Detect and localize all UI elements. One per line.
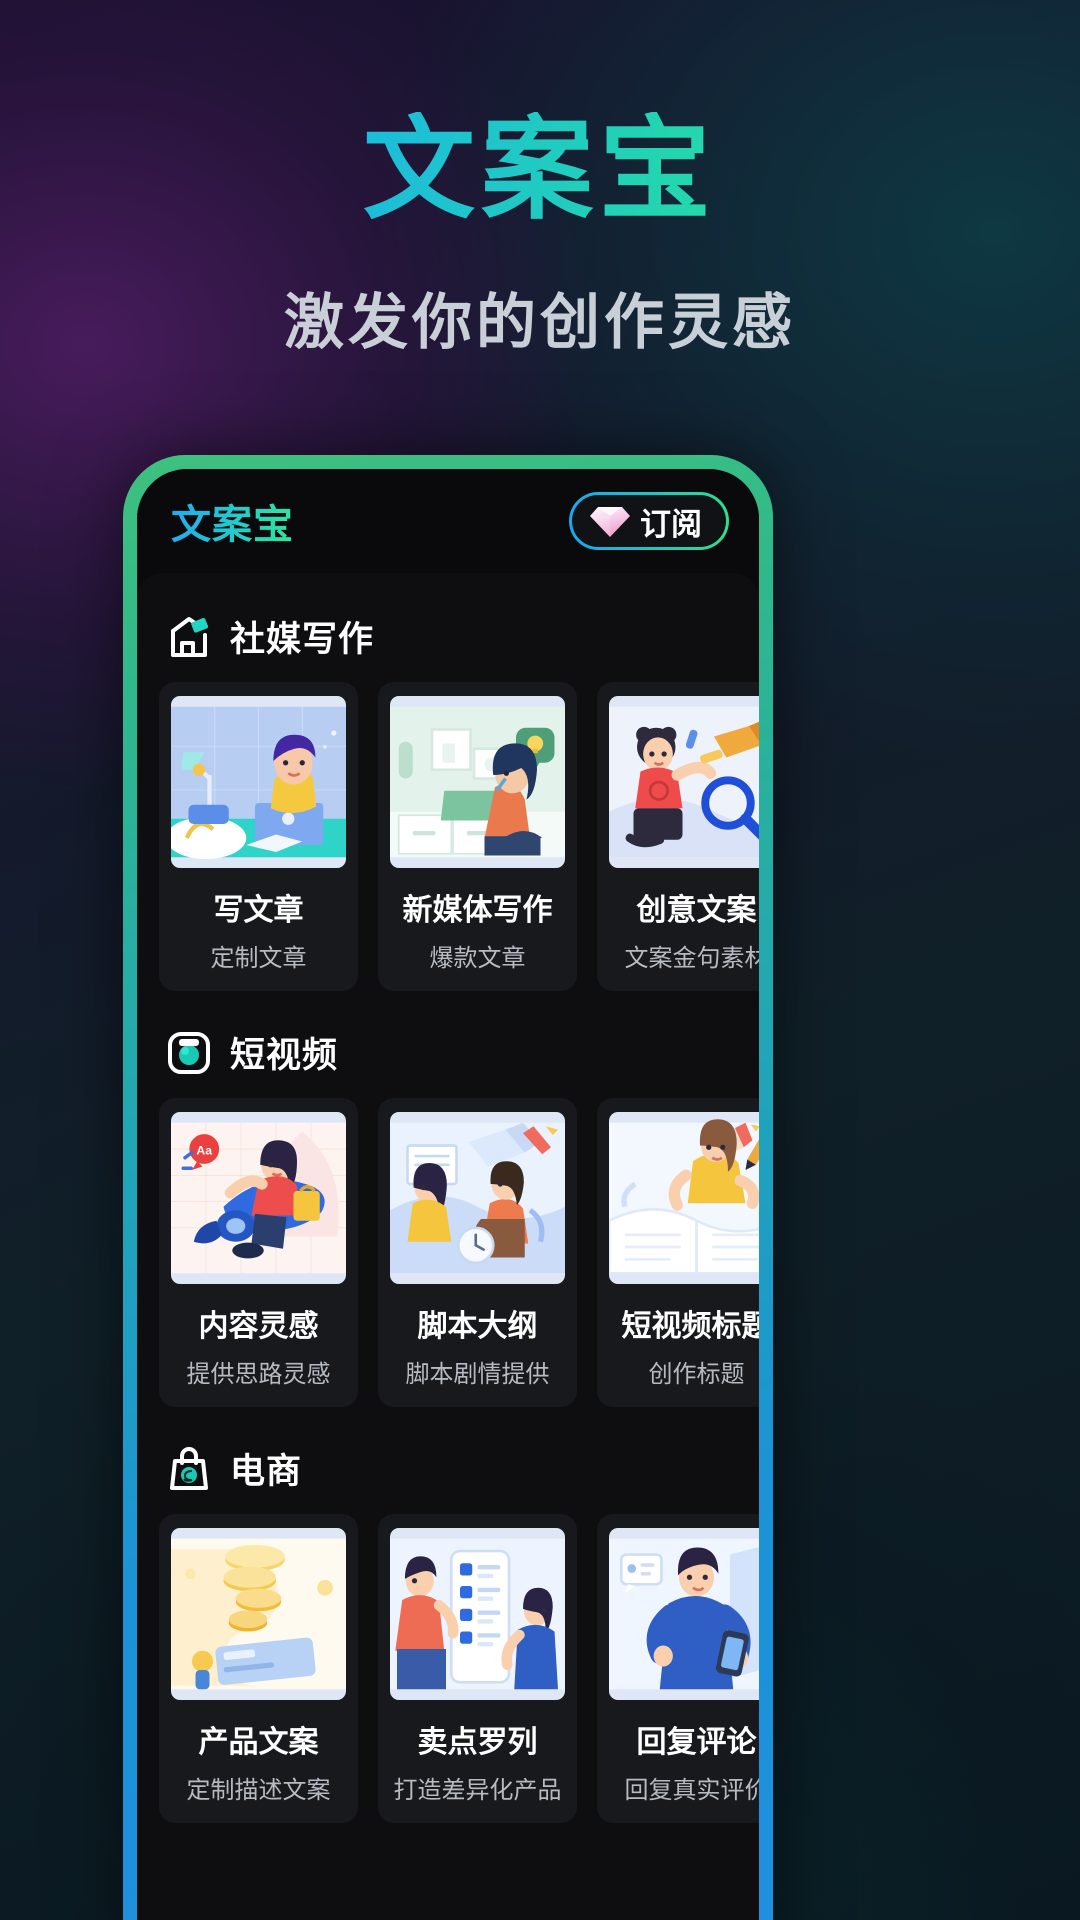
card-thumbnail xyxy=(609,1528,759,1700)
page-title: 文案宝 xyxy=(0,111,1080,228)
card-product-copy[interactable]: 产品文案 定制描述文案 xyxy=(159,1514,358,1823)
card-thumbnail xyxy=(171,696,346,868)
pen-edit-icon xyxy=(171,616,209,657)
card-creative-copy[interactable]: 创意文案 文案金句素材 xyxy=(597,682,759,991)
card-title: 新媒体写作 xyxy=(402,894,553,927)
section-header: 电商 xyxy=(159,1431,737,1514)
card-thumbnail xyxy=(609,1112,759,1284)
man-phone-chat-illustration xyxy=(609,1538,759,1690)
diamond-icon xyxy=(590,507,630,537)
card-subtitle: 提供思路灵感 xyxy=(186,1361,331,1388)
card-thumbnail xyxy=(171,1528,346,1700)
book-people-clock-illustration xyxy=(390,1122,565,1274)
phone-screen: 文案宝 订阅 社媒写作 写文章 定制文章 新媒体写作 爆款文章 创意文案 文案金… xyxy=(137,469,759,1920)
card-thumbnail: Aa xyxy=(171,1112,346,1284)
card-thumbnail xyxy=(390,1112,565,1284)
app-header: 文案宝 订阅 xyxy=(137,469,759,573)
card-new-media-writing[interactable]: 新媒体写作 爆款文章 xyxy=(378,682,577,991)
two-people-phone-illustration xyxy=(390,1538,565,1690)
desk-lamp-man-illustration xyxy=(171,706,346,859)
section-title: 短视频 xyxy=(230,1036,339,1075)
card-title: 脚本大纲 xyxy=(417,1310,538,1343)
card-short-video-title[interactable]: 短视频标题 创作标题 xyxy=(597,1098,759,1407)
card-subtitle: 创作标题 xyxy=(648,1361,745,1388)
section-header: 社媒写作 xyxy=(159,599,737,682)
phone-mockup: 文案宝 订阅 社媒写作 写文章 定制文章 新媒体写作 爆款文章 创意文案 文案金… xyxy=(123,455,773,1920)
shopping-bag-icon xyxy=(170,1446,208,1490)
card-reply-comments[interactable]: 回复评论 回复真实评价 xyxy=(597,1514,759,1823)
svg-text:Aa: Aa xyxy=(196,1143,212,1157)
subscribe-button[interactable]: 订阅 xyxy=(569,492,729,550)
section-header: 短视频 xyxy=(159,1015,737,1098)
card-subtitle: 打造差异化产品 xyxy=(393,1777,562,1804)
camera-icon xyxy=(168,1031,210,1074)
card-write-article[interactable]: 写文章 定制文章 xyxy=(159,682,358,991)
subscribe-label: 订阅 xyxy=(640,506,702,542)
card-title: 创意文案 xyxy=(636,894,757,927)
card-subtitle: 定制文章 xyxy=(210,945,307,972)
card-script-outline[interactable]: 脚本大纲 脚本剧情提供 xyxy=(378,1098,577,1407)
card-title: 内容灵感 xyxy=(198,1310,319,1343)
card-subtitle: 脚本剧情提供 xyxy=(405,1361,550,1388)
card-title: 短视频标题 xyxy=(621,1310,760,1343)
card-row: Aa 内容灵感 提供思路灵感 脚本大纲 脚本剧情提供 短视频标题 创作标题 xyxy=(159,1098,759,1407)
page-subtitle: 激发你的创作灵感 xyxy=(284,289,796,357)
woman-rocket-illustration: Aa xyxy=(171,1122,346,1274)
woman-laptop-idea-illustration xyxy=(390,706,565,858)
card-thumbnail xyxy=(609,696,759,868)
girl-megaphone-illustration xyxy=(609,706,759,858)
app-logo: 文案宝 xyxy=(171,492,294,550)
card-title: 卖点罗列 xyxy=(417,1726,538,1759)
card-title: 回复评论 xyxy=(636,1726,757,1759)
section-ecommerce: 电商 产品文案 定制描述文案 卖点罗列 打造差异化产品 回复评论 回复真实评价 xyxy=(159,1431,759,1823)
card-subtitle: 爆款文章 xyxy=(429,945,526,972)
gold-coins-card-illustration xyxy=(171,1538,346,1690)
woman-open-book-illustration xyxy=(609,1119,759,1275)
section-social-writing: 社媒写作 写文章 定制文章 新媒体写作 爆款文章 创意文案 文案金句素材 xyxy=(159,599,759,991)
card-title: 产品文案 xyxy=(198,1726,319,1759)
card-row: 写文章 定制文章 新媒体写作 爆款文章 创意文案 文案金句素材 xyxy=(159,682,759,991)
hero-section: 文案宝 激发你的创作灵感 xyxy=(0,0,1080,361)
card-thumbnail xyxy=(390,696,565,868)
card-selling-points[interactable]: 卖点罗列 打造差异化产品 xyxy=(378,1514,577,1823)
card-row: 产品文案 定制描述文案 卖点罗列 打造差异化产品 回复评论 回复真实评价 xyxy=(159,1514,759,1823)
section-title: 电商 xyxy=(230,1452,303,1491)
app-content[interactable]: 社媒写作 写文章 定制文章 新媒体写作 爆款文章 创意文案 文案金句素材 短视频… xyxy=(137,573,759,1920)
section-short-video: 短视频 Aa 内容灵感 提供思路灵感 脚本大纲 脚本剧情提供 短视频标题 创作标… xyxy=(159,1015,759,1407)
card-subtitle: 定制描述文案 xyxy=(186,1777,331,1804)
card-thumbnail xyxy=(390,1528,565,1700)
card-subtitle: 文案金句素材 xyxy=(624,945,760,972)
section-title: 社媒写作 xyxy=(230,620,375,659)
card-subtitle: 回复真实评价 xyxy=(624,1777,760,1804)
card-title: 写文章 xyxy=(213,894,304,927)
card-content-inspiration[interactable]: Aa 内容灵感 提供思路灵感 xyxy=(159,1098,358,1407)
app-store-screenshot: 文案宝 激发你的创作灵感 文案宝 订阅 社媒写作 写文章 定制文章 新媒体写作 … xyxy=(0,0,1080,1920)
